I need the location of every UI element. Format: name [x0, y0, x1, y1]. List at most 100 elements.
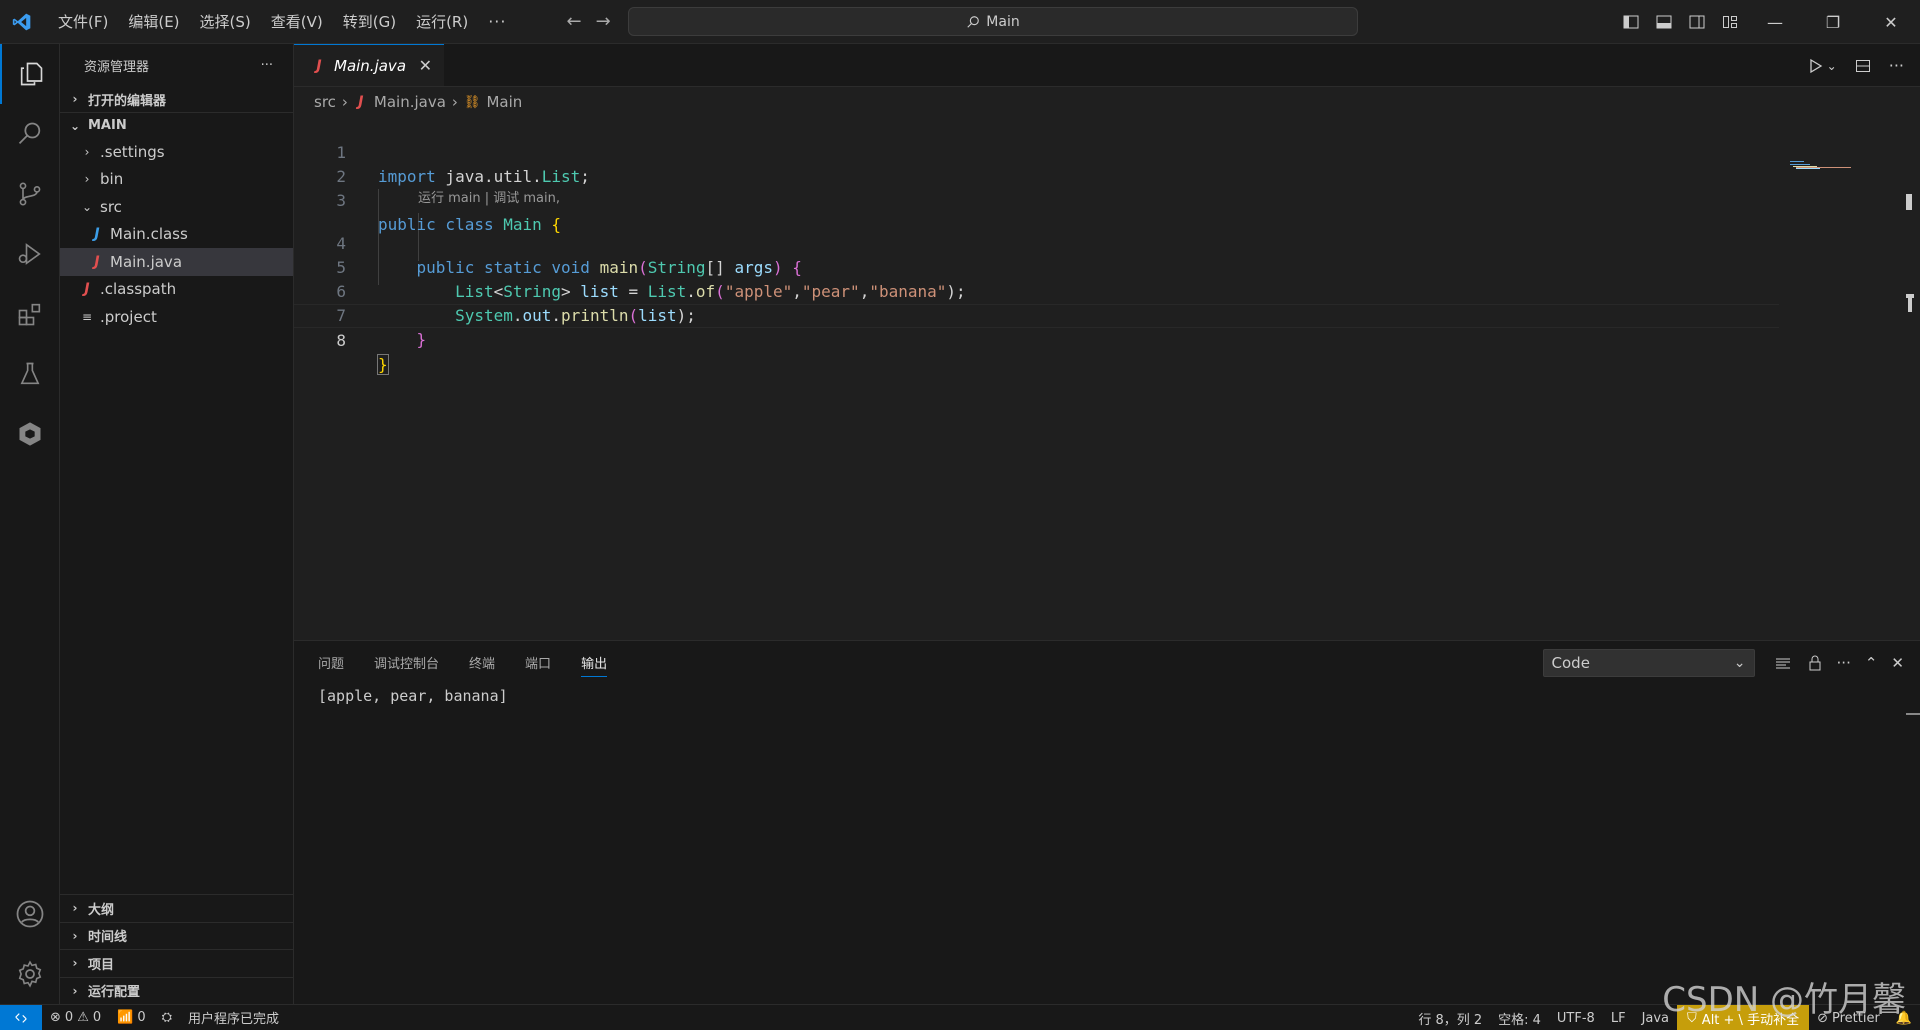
line-content: } [416, 330, 427, 349]
chevron-right-icon: › [341, 93, 348, 111]
run-play-icon[interactable] [1807, 58, 1823, 74]
cursor-position[interactable]: 行 8，列 2 [1410, 1009, 1490, 1028]
tree-folder-settings[interactable]: › .settings [60, 138, 293, 166]
sidebar-bottom-sections: › 大纲 › 时间线 › 项目 › 运行配置 [60, 894, 294, 1004]
toggle-secondary-sidebar-icon[interactable] [1680, 0, 1713, 44]
run-config-section[interactable]: › 运行配置 [60, 976, 294, 1005]
split-editor-icon[interactable] [1855, 58, 1871, 74]
breadcrumb-file[interactable]: Main.java [374, 93, 446, 111]
testing-flask-icon[interactable] [0, 344, 60, 404]
code-line: 5 List<String> list = List.of("apple","p… [294, 232, 1779, 301]
explorer-title: 资源管理器 [84, 59, 150, 75]
breadcrumb-symbol[interactable]: Main [486, 93, 522, 111]
menu-edit[interactable]: 编辑(E) [118, 7, 189, 37]
tab-output[interactable]: 输出 [581, 641, 608, 683]
search-activity-icon[interactable] [0, 104, 60, 164]
tree-file-main-java[interactable]: J Main.java [60, 248, 293, 276]
clear-output-icon[interactable] [1775, 655, 1793, 671]
close-window-button[interactable]: ✕ [1862, 0, 1920, 44]
back-arrow-icon[interactable]: ← [566, 11, 581, 32]
warning-count: 0 [92, 1010, 102, 1025]
tree-folder-bin[interactable]: › bin [60, 166, 293, 194]
radio-tower-icon: 📶 [117, 1010, 134, 1025]
search-icon [967, 15, 980, 28]
source-control-icon[interactable] [0, 164, 60, 224]
tab-close-icon[interactable]: ✕ [419, 56, 432, 75]
explorer-icon[interactable] [0, 44, 60, 104]
chevron-right-icon: › [72, 928, 78, 943]
problems-status[interactable]: ⊗ 0 ⚠ 0 [42, 1010, 109, 1025]
close-panel-icon[interactable]: ✕ [1891, 654, 1904, 672]
tab-main-java[interactable]: J Main.java ✕ [294, 44, 444, 86]
scroll-thumb[interactable] [1906, 194, 1912, 210]
toggle-primary-sidebar-icon[interactable] [1614, 0, 1647, 44]
breadcrumb-folder[interactable]: src [314, 93, 336, 111]
tree-item-label: .classpath [100, 280, 177, 299]
chevron-right-icon: › [451, 93, 458, 111]
tree-file-project[interactable]: ≡ .project [60, 303, 293, 331]
title-bar: 文件(F) 编辑(E) 选择(S) 查看(V) 转到(G) 运行(R) ··· … [0, 0, 1920, 44]
debug-status[interactable]: ⛭ [154, 1010, 180, 1025]
workspace-section[interactable]: ⌄ MAIN [60, 112, 293, 138]
tab-ports[interactable]: 端口 [525, 641, 551, 683]
maximize-panel-icon[interactable]: ⌃ [1865, 654, 1878, 672]
run-dropdown-chevron-icon[interactable]: ⌄ [1827, 59, 1837, 73]
line-number: 8 [336, 331, 346, 350]
timeline-section[interactable]: › 时间线 [60, 921, 294, 950]
tree-file-main-class[interactable]: J Main.class [60, 221, 293, 249]
code-line: 4 public static void main(String[] args)… [294, 208, 1779, 277]
open-editors-section[interactable]: › 打开的编辑器 [60, 86, 293, 112]
accounts-icon[interactable] [0, 884, 60, 944]
menu-view[interactable]: 查看(V) [261, 7, 333, 37]
menu-run[interactable]: 运行(R) [406, 7, 478, 37]
debug-icon: ⛭ [161, 1010, 172, 1025]
tree-item-label: .settings [100, 142, 165, 161]
editor-area: J Main.java ✕ ⌄ ··· src › J Main.java › … [294, 44, 1920, 640]
toggle-panel-icon[interactable] [1647, 0, 1680, 44]
minimap[interactable] [1790, 160, 1860, 170]
java-file-icon: J [84, 281, 90, 298]
chevron-down-icon: ⌄ [1733, 655, 1746, 671]
minimize-button[interactable]: — [1746, 0, 1804, 44]
restore-button[interactable]: ❐ [1804, 0, 1862, 44]
ports-status[interactable]: 📶 0 [109, 1010, 153, 1025]
code-editor[interactable]: 1 import java.util.List; 2 3 public clas… [294, 117, 1779, 375]
chevron-down-icon: ⌄ [69, 118, 81, 133]
forward-arrow-icon[interactable]: → [596, 11, 611, 32]
run-and-debug-icon[interactable] [0, 224, 60, 284]
tab-problems[interactable]: 问题 [318, 641, 344, 683]
tab-debug-console[interactable]: 调试控制台 [374, 641, 439, 683]
menu-selection[interactable]: 选择(S) [190, 7, 261, 37]
customize-layout-icon[interactable] [1713, 0, 1746, 44]
extensions-icon[interactable] [0, 284, 60, 344]
tree-folder-src[interactable]: ⌄ src [60, 193, 293, 221]
lock-scroll-icon[interactable] [1807, 655, 1823, 671]
projects-section[interactable]: › 项目 [60, 949, 294, 977]
tree-file-classpath[interactable]: J .classpath [60, 276, 293, 304]
menu-file[interactable]: 文件(F) [48, 7, 118, 37]
settings-gear-icon[interactable] [0, 944, 60, 1004]
menu-more-button[interactable]: ··· [478, 12, 516, 31]
explorer-more-button[interactable]: ··· [261, 58, 273, 73]
editor-more-icon[interactable]: ··· [1889, 56, 1904, 75]
tab-terminal[interactable]: 终端 [469, 641, 495, 683]
encoding[interactable]: UTF-8 [1549, 1011, 1603, 1026]
output-channel-select[interactable]: Code ⌄ [1542, 649, 1755, 677]
tree-item-label: .project [100, 307, 157, 326]
panel-toolbar: Code ⌄ ··· ⌃ ✕ [1542, 649, 1904, 677]
indentation[interactable]: 空格: 4 [1490, 1009, 1549, 1028]
java-projects-icon[interactable] [0, 404, 60, 464]
outline-section[interactable]: › 大纲 [60, 894, 294, 922]
chevron-right-icon: › [72, 92, 78, 106]
status-message: 用户程序已完成 [188, 1012, 280, 1027]
codelens-run-debug[interactable]: 运行 main | 调试 main, [294, 189, 1779, 208]
open-editors-label: 打开的编辑器 [88, 93, 167, 109]
panel-more-icon[interactable]: ··· [1837, 654, 1851, 672]
menu-go[interactable]: 转到(G) [333, 7, 406, 37]
java-class-file-icon: J [94, 226, 100, 243]
overview-ruler[interactable] [1906, 144, 1914, 564]
end-of-line[interactable]: LF [1603, 1011, 1634, 1026]
activity-bar [0, 44, 60, 1004]
remote-indicator-icon[interactable] [0, 1004, 42, 1030]
command-center-search[interactable]: Main [628, 7, 1358, 36]
